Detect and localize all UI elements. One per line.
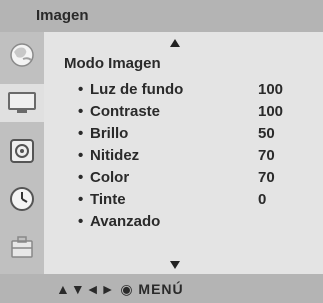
bullet: • xyxy=(78,191,84,208)
scroll-down-arrow-icon[interactable] xyxy=(170,261,180,269)
bullet: • xyxy=(78,169,84,186)
bullet: • xyxy=(78,147,84,164)
menu-item-label: Nitidez xyxy=(90,147,140,164)
tv-screen-icon[interactable] xyxy=(0,84,44,122)
menu-item-label: Color xyxy=(90,169,130,186)
menu-item-value: 100 xyxy=(258,103,284,120)
menu-item-value: 70 xyxy=(258,169,275,186)
clock-icon[interactable] xyxy=(5,182,39,216)
menu-item-value: 50 xyxy=(258,125,275,142)
menu-item-value: 0 xyxy=(258,191,267,208)
menu-item-backlight[interactable]: • Luz de fundo 100 xyxy=(44,78,323,98)
picture-icon[interactable] xyxy=(5,38,39,72)
menu-item-color[interactable]: • Color 70 xyxy=(44,166,323,186)
menu-item-label: Tinte xyxy=(90,191,126,208)
menu-item-label: Luz de fundo xyxy=(90,81,184,98)
bullet: • xyxy=(78,213,84,230)
menu-item-label: Brillo xyxy=(90,125,129,142)
bullet: • xyxy=(78,81,84,98)
navigation-hint-bar: ▲▼◄► ◉ MENÚ xyxy=(0,274,323,303)
bullet: • xyxy=(78,103,84,120)
menu-item-tint[interactable]: • Tinte 0 xyxy=(44,188,323,208)
category-sidebar xyxy=(0,32,44,274)
menu-item-label: Avanzado xyxy=(90,213,161,230)
audio-icon[interactable] xyxy=(5,134,39,168)
menu-item-value: 100 xyxy=(258,81,284,98)
menu-item-brightness[interactable]: • Brillo 50 xyxy=(44,122,323,142)
menu-item-advanced[interactable]: • Avanzado xyxy=(44,210,323,230)
menu-item-value: 70 xyxy=(258,147,275,164)
menu-heading-picture-mode[interactable]: Modo Imagen xyxy=(64,55,161,72)
menu-item-label: Contraste xyxy=(90,103,161,120)
menu-item-contrast[interactable]: • Contraste 100 xyxy=(44,100,323,120)
title-bar: Imagen xyxy=(0,0,323,32)
scroll-up-arrow-icon[interactable] xyxy=(170,39,180,47)
menu-item-sharpness[interactable]: • Nitidez 70 xyxy=(44,144,323,164)
bullet: • xyxy=(78,125,84,142)
menu-panel: Modo Imagen • Luz de fundo 100 • Contras… xyxy=(44,32,323,274)
options-icon[interactable] xyxy=(5,230,39,264)
picture-settings-osd: Imagen Modo Imagen • Luz de fundo 100 • … xyxy=(0,0,323,303)
page-title: Imagen xyxy=(36,7,89,24)
navigation-hint: ▲▼◄► ◉ MENÚ xyxy=(56,281,184,297)
